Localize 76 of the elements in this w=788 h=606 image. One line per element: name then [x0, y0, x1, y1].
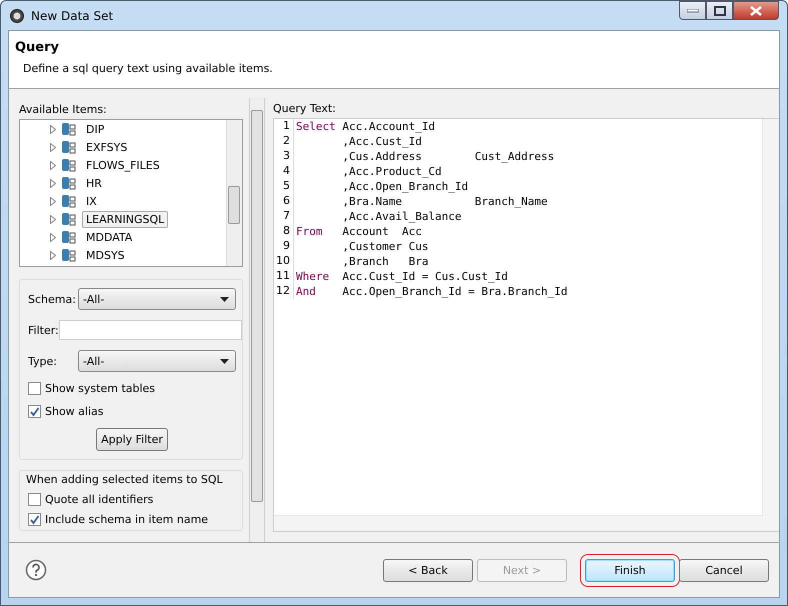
tree-item[interactable]: FLOWS_FILES	[82, 156, 164, 174]
line-number: 11	[274, 269, 294, 284]
schema-icon	[61, 212, 77, 226]
dropdown-arrow-icon	[220, 296, 229, 302]
schema-icon	[61, 194, 77, 208]
tree-item[interactable]: LEARNINGSQL	[82, 210, 168, 228]
code-line: Where Acc.Cust_Id = Cus.Cust_Id	[295, 270, 508, 283]
code-line: ,Acc.Open_Branch_Id	[341, 180, 468, 193]
code-line: Select Acc.Account_Id	[295, 120, 436, 133]
line-number: 8	[274, 224, 294, 239]
line-number: 6	[274, 194, 294, 209]
line-number: 2	[274, 134, 294, 149]
line-number: 9	[274, 239, 294, 254]
code-line: ,Branch Bra	[341, 255, 428, 268]
checkbox-label: Quote all identifiers	[45, 493, 154, 506]
filter-label: Filter:	[28, 324, 59, 336]
schema-dropdown[interactable]: -All-	[78, 288, 236, 310]
gear-icon	[9, 8, 25, 24]
checkbox[interactable]	[28, 382, 41, 395]
code-line: And Acc.Open_Branch_Id = Bra.Branch_Id	[295, 285, 568, 298]
apply-filter-button[interactable]: Apply Filter	[96, 428, 168, 451]
scrollbar[interactable]	[274, 515, 763, 531]
line-number: 3	[274, 149, 294, 164]
checkbox-label: Include schema in item name	[45, 513, 208, 526]
available-items-label: Available Items:	[19, 103, 108, 116]
type-dropdown[interactable]: -All-	[78, 350, 236, 372]
page-title: Query	[15, 40, 60, 55]
tree-item[interactable]: EXFSYS	[82, 138, 132, 156]
line-number: 1	[274, 119, 294, 134]
wizard-button[interactable]: < Back	[383, 558, 473, 582]
help-icon[interactable]	[25, 559, 47, 581]
code-line: From Account Acc	[295, 225, 422, 238]
line-number: 5	[274, 179, 294, 194]
line-number: 4	[274, 164, 294, 179]
code-line: ,Acc.Avail_Balance	[341, 210, 462, 223]
maximize-icon	[714, 6, 726, 16]
scrollbar[interactable]	[762, 119, 779, 531]
close-icon	[749, 6, 763, 16]
minimize-icon	[686, 8, 698, 12]
maximize-button[interactable]	[706, 1, 733, 20]
checkbox-label: Show alias	[45, 405, 104, 418]
tree-item[interactable]: IX	[82, 192, 101, 210]
line-number: 7	[274, 209, 294, 224]
dropdown-arrow-icon	[220, 358, 229, 364]
checkbox[interactable]	[28, 405, 41, 418]
code-line: ,Customer Cus	[341, 240, 428, 253]
type-label: Type:	[28, 354, 58, 368]
scrollbar[interactable]	[226, 120, 242, 266]
schema-icon	[61, 158, 77, 172]
schema-icon	[61, 122, 77, 136]
panel-scrollbar[interactable]	[249, 98, 265, 542]
schema-label: Schema:	[28, 292, 77, 306]
checkbox[interactable]	[28, 493, 41, 506]
checkbox-label: Show system tables	[45, 382, 156, 395]
code-line: ,Acc.Cust_Id	[341, 135, 422, 148]
schema-icon	[61, 140, 77, 154]
line-number: 12	[274, 284, 294, 299]
tree-item[interactable]: DIP	[82, 120, 108, 138]
close-button[interactable]	[733, 1, 779, 20]
wizard-button[interactable]: Cancel	[679, 558, 769, 582]
schema-icon	[61, 248, 77, 262]
filter-field[interactable]	[58, 320, 242, 340]
minimize-button[interactable]	[679, 1, 706, 20]
schema-icon	[61, 230, 77, 244]
line-number: 10	[274, 254, 294, 269]
tree-item[interactable]: MDDATA	[82, 228, 136, 246]
tree-item[interactable]: MDSYS	[82, 246, 129, 264]
code-line: ,Cus.Address Cust_Address	[341, 150, 554, 163]
tree-item[interactable]: HR	[82, 174, 106, 192]
checkbox[interactable]	[28, 513, 41, 526]
schema-icon	[61, 176, 77, 190]
window-title: New Data Set	[31, 8, 114, 22]
query-text-label: Query Text:	[273, 102, 337, 115]
code-line: ,Bra.Name Branch_Name	[341, 195, 548, 208]
code-line: ,Acc.Product_Cd	[341, 165, 442, 178]
page-description: Define a sql query text using available items.	[22, 62, 274, 75]
